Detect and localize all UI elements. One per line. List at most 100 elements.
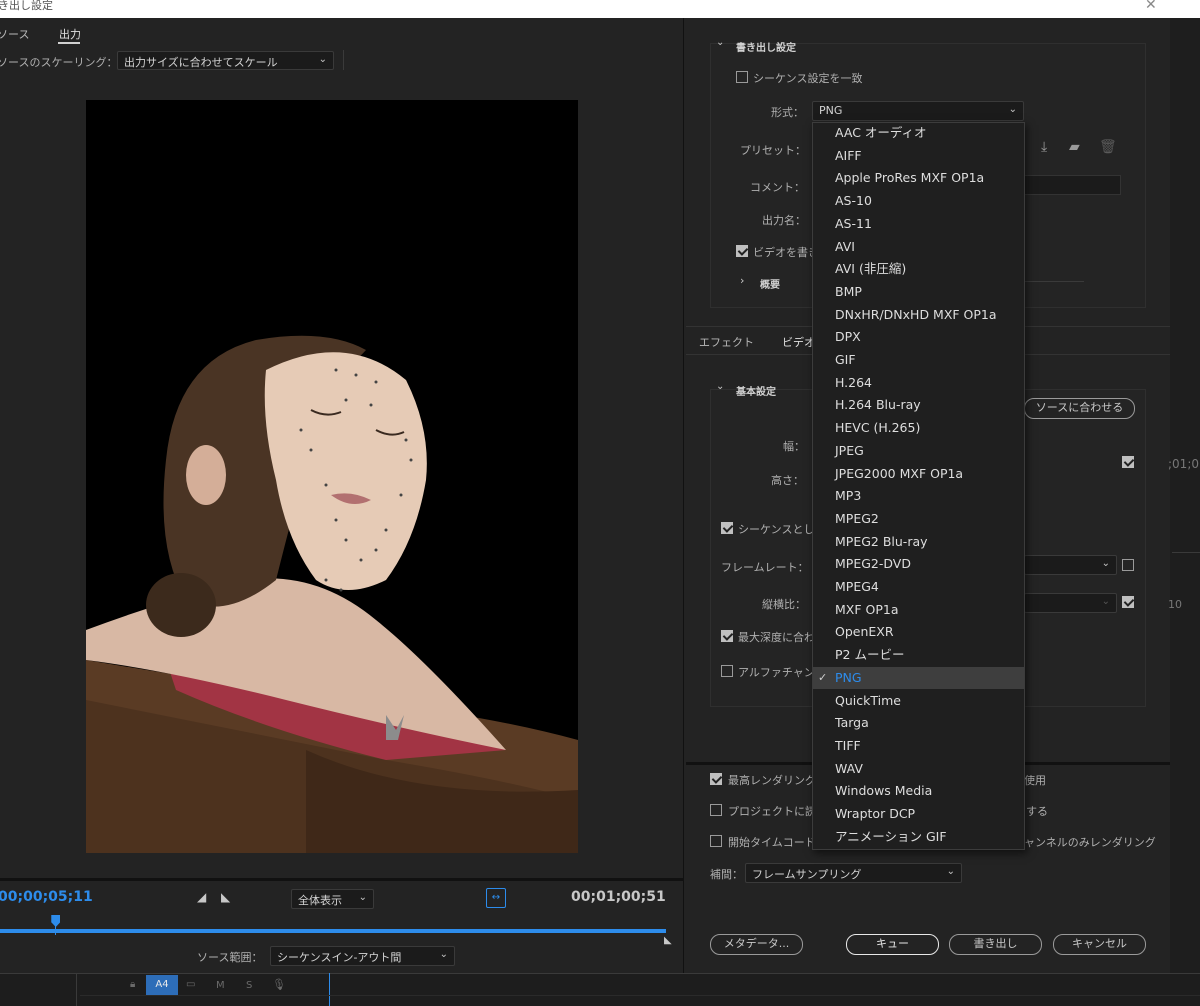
format-option[interactable]: MXF OP1a (813, 599, 1024, 622)
cancel-button[interactable]: キャンセル (1053, 934, 1146, 955)
format-option[interactable]: MPEG4 (813, 576, 1024, 599)
track-target-a4[interactable]: A4 (146, 975, 178, 995)
background-line (1172, 552, 1200, 553)
titlebar-right (1170, 0, 1200, 18)
format-option-label: Wraptor DCP (835, 806, 916, 821)
format-option[interactable]: AVI (813, 236, 1024, 259)
scaling-select[interactable]: 出力サイズに合わせてスケール ⌄ (117, 51, 334, 70)
tab-source[interactable]: ソース (0, 26, 29, 42)
aspect-checkbox[interactable] (1122, 596, 1134, 608)
project-import-checkbox[interactable] (710, 804, 722, 816)
format-option[interactable]: P2 ムービー (813, 644, 1024, 667)
interpolation-select[interactable]: フレームサンプリング ⌄ (745, 863, 962, 883)
format-option[interactable]: Wraptor DCP (813, 803, 1024, 826)
summary-header[interactable]: 概要 (760, 276, 780, 291)
queue-button[interactable]: キュー (846, 934, 939, 955)
preset-label: プリセット： (740, 144, 806, 157)
format-option[interactable]: Targa (813, 712, 1024, 735)
solo-button[interactable]: S (246, 980, 252, 991)
mute-button[interactable]: M (216, 980, 225, 991)
format-option[interactable]: MPEG2 Blu-ray (813, 531, 1024, 554)
timeline-end-marker: ◣ (664, 935, 672, 946)
frame-rate-checkbox[interactable] (1122, 559, 1134, 571)
source-range-value: シーケンスイン-アウト間 (277, 951, 402, 964)
format-option-label: アニメーション GIF (835, 828, 947, 844)
format-option[interactable]: Windows Media (813, 780, 1024, 803)
format-option[interactable]: MPEG2-DVD (813, 553, 1024, 576)
format-option-label: Apple ProRes MXF OP1a (835, 170, 985, 186)
mic-icon[interactable]: 🎙︎ (272, 978, 286, 991)
aspect-select[interactable]: ⌄ (1024, 593, 1117, 613)
fit-icon[interactable]: ↔ (486, 888, 506, 908)
format-option[interactable]: HEVC (H.265) (813, 417, 1024, 440)
format-option[interactable]: BMP (813, 281, 1024, 304)
height-label: 高さ： (771, 474, 804, 487)
match-source-button[interactable]: ソースに合わせる (1024, 398, 1135, 419)
camera-icon[interactable]: ▭ (186, 979, 195, 990)
chevron-down-icon: ⌄ (1008, 104, 1017, 115)
zoom-select[interactable]: 全体表示 ⌄ (291, 889, 374, 909)
format-option[interactable]: TIFF (813, 735, 1024, 758)
tab-video[interactable]: ビデオ (782, 334, 815, 350)
export-button[interactable]: 書き出し (949, 934, 1042, 955)
alpha-channel-checkbox[interactable] (721, 665, 733, 677)
format-option[interactable]: QuickTime (813, 690, 1024, 713)
format-option[interactable]: JPEG (813, 440, 1024, 463)
chevron-right-icon[interactable]: › (740, 274, 744, 287)
set-out-point-icon[interactable]: ◣ (221, 890, 230, 904)
max-render-quality-checkbox[interactable] (710, 773, 722, 785)
match-sequence-checkbox[interactable] (736, 71, 748, 83)
format-option[interactable]: GIF (813, 349, 1024, 372)
format-option[interactable]: AAC オーディオ (813, 122, 1024, 145)
set-in-point-icon[interactable]: ◢ (197, 890, 206, 904)
chevron-down-icon[interactable]: ⌄ (716, 381, 724, 392)
export-video-checkbox[interactable] (736, 245, 748, 257)
format-option-label: OpenEXR (835, 624, 894, 640)
format-option[interactable]: ✓ PNG (813, 666, 1024, 690)
timeline-range-bar[interactable] (0, 929, 666, 933)
close-icon[interactable]: ✕ (1145, 0, 1157, 13)
format-option[interactable]: JPEG2000 MXF OP1a (813, 463, 1024, 486)
start-timecode-checkbox[interactable] (710, 835, 722, 847)
render-sequence-checkbox[interactable] (721, 522, 733, 534)
current-timecode[interactable]: 00;00;05;11 (0, 889, 93, 905)
max-depth-checkbox[interactable] (721, 630, 733, 642)
format-option[interactable]: H.264 Blu-ray (813, 394, 1024, 417)
format-option[interactable]: Apple ProRes MXF OP1a (813, 167, 1024, 190)
metadata-button[interactable]: メタデータ... (710, 934, 803, 955)
format-label: 形式： (771, 106, 804, 119)
max-render-quality-label-tail: 使用 (1024, 774, 1046, 787)
link-dimensions-checkbox[interactable] (1122, 456, 1134, 468)
format-option[interactable]: AIFF (813, 145, 1024, 168)
format-option[interactable]: MP3 (813, 485, 1024, 508)
format-option-label: DNxHR/DNxHD MXF OP1a (835, 306, 997, 322)
tab-effects[interactable]: エフェクト (699, 334, 754, 350)
format-option[interactable]: アニメーション GIF (813, 826, 1024, 849)
comment-input[interactable] (1024, 175, 1121, 195)
video-frame-image (86, 335, 578, 853)
format-option-label: WAV (835, 760, 863, 776)
format-option[interactable]: H.264 (813, 372, 1024, 395)
format-option-label: JPEG (835, 442, 864, 458)
frame-rate-select[interactable]: ⌄ (1024, 555, 1117, 575)
source-range-select[interactable]: シーケンスイン-アウト間 ⌄ (270, 946, 455, 966)
scaling-select-value: 出力サイズに合わせてスケール (124, 56, 278, 69)
download-preset-icon[interactable]: ⤓ (1041, 139, 1047, 155)
format-option[interactable]: OpenEXR (813, 621, 1024, 644)
chevron-down-icon[interactable]: ⌄ (716, 37, 724, 48)
format-option[interactable]: AS-10 (813, 190, 1024, 213)
trash-icon[interactable]: 🗑︎ (1099, 139, 1117, 155)
lock-icon[interactable]: 🔒︎ (130, 979, 135, 990)
format-select[interactable]: PNG ⌄ (812, 101, 1024, 121)
format-option[interactable]: AS-11 (813, 213, 1024, 236)
format-option[interactable]: WAV (813, 758, 1024, 781)
tab-output-underline (58, 42, 80, 44)
import-preset-icon[interactable]: ▰ (1069, 139, 1080, 155)
format-option[interactable]: AVI (非圧縮) (813, 258, 1024, 281)
format-option-label: H.264 Blu-ray (835, 397, 921, 413)
tab-output[interactable]: 出力 (59, 26, 81, 42)
format-option[interactable]: DNxHR/DNxHD MXF OP1a (813, 304, 1024, 327)
format-option-label: H.264 (835, 374, 873, 390)
format-option[interactable]: MPEG2 (813, 508, 1024, 531)
format-option[interactable]: DPX (813, 326, 1024, 349)
